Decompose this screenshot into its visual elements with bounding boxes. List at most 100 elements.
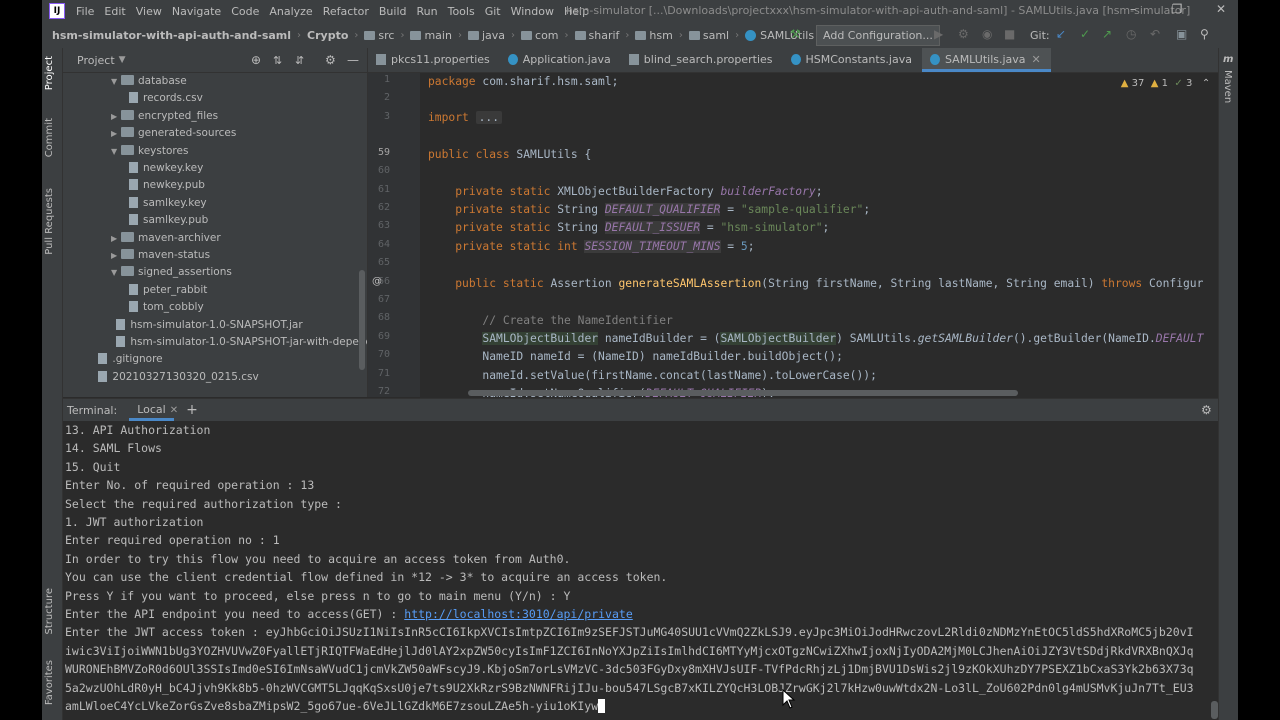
menu-edit[interactable]: Edit bbox=[99, 5, 130, 18]
hide-panel-icon[interactable]: — bbox=[347, 53, 359, 67]
inspection-widget[interactable]: ▲ 37 ▲ 1 ✓ 3 ⌃ ⌄ bbox=[1121, 78, 1225, 89]
tab-pkcs11-properties[interactable]: pkcs11.properties bbox=[368, 48, 500, 72]
tree-folder[interactable]: ▼ keystores bbox=[111, 143, 188, 160]
menu-tools[interactable]: Tools bbox=[443, 5, 480, 18]
breadcrumb-main[interactable]: main bbox=[410, 29, 452, 42]
override-marker-icon[interactable]: @ bbox=[372, 276, 382, 287]
tree-file[interactable]: .gitignore bbox=[98, 351, 163, 368]
code-line[interactable]: private static XMLObjectBuilderFactory b… bbox=[428, 183, 822, 201]
gear-icon[interactable]: ⚙ bbox=[1201, 403, 1212, 417]
breadcrumb-class[interactable]: SAMLUtils bbox=[745, 29, 814, 42]
code-line[interactable]: NameID nameId = (NameID) nameIdBuilder.b… bbox=[428, 348, 842, 366]
tree-folder[interactable]: ▶ maven-archiver bbox=[111, 230, 221, 247]
new-terminal-icon[interactable]: + bbox=[186, 402, 198, 418]
terminal-tab-local[interactable]: Local bbox=[129, 399, 174, 421]
breadcrumb-java[interactable]: java bbox=[467, 29, 505, 42]
code-line[interactable]: SAMLObjectBuilder nameIdBuilder = (SAMLO… bbox=[428, 330, 1203, 348]
breadcrumb-sharif[interactable]: sharif bbox=[574, 29, 619, 42]
minimize-icon[interactable]: – bbox=[1118, 2, 1148, 16]
tree-folder[interactable]: ▼ signed_assertions bbox=[111, 264, 232, 281]
breadcrumb-project[interactable]: hsm-simulator-with-api-auth-and-saml bbox=[52, 29, 291, 42]
code-line[interactable]: private static String DEFAULT_QUALIFIER … bbox=[428, 201, 870, 219]
git-rollback-icon[interactable]: ↶ bbox=[1150, 27, 1160, 41]
menu-navigate[interactable]: Navigate bbox=[167, 5, 226, 18]
tool-tab-maven[interactable]: Maven bbox=[1222, 70, 1233, 103]
tree-folder[interactable]: ▶ encrypted_files bbox=[111, 108, 218, 125]
git-update-icon[interactable]: ↙ bbox=[1056, 27, 1066, 41]
menu-window[interactable]: Window bbox=[506, 5, 559, 18]
tree-file[interactable]: peter_rabbit bbox=[129, 282, 207, 299]
tree-file[interactable]: tom_cobbly bbox=[129, 299, 204, 316]
tree-file[interactable]: 20210327130320_0215.csv bbox=[98, 369, 259, 386]
code-line[interactable]: nameId.setValue(firstName.concat(lastNam… bbox=[428, 367, 876, 385]
search-everywhere-icon[interactable]: ⚲ bbox=[1200, 27, 1209, 41]
tree-file[interactable]: samlkey.pub bbox=[129, 212, 208, 229]
chevron-right-icon[interactable]: ▶ bbox=[111, 125, 121, 142]
tool-tab-structure[interactable]: Structure bbox=[44, 588, 55, 635]
breadcrumb-hsm[interactable]: hsm bbox=[635, 29, 673, 42]
tree-file[interactable]: samlkey.key bbox=[129, 195, 207, 212]
chevron-down-icon[interactable]: ▼ bbox=[111, 264, 121, 281]
chevron-down-icon[interactable]: ▼ bbox=[111, 143, 121, 160]
add-configuration-button[interactable]: Add Configuration... bbox=[816, 25, 940, 46]
build-hammer-icon[interactable]: ⚒ bbox=[790, 27, 801, 41]
menu-file[interactable]: File bbox=[71, 5, 99, 18]
git-commit-icon[interactable]: ✓ bbox=[1080, 27, 1090, 41]
tree-file[interactable]: newkey.key bbox=[129, 160, 203, 177]
debug-icon[interactable]: ⚙ bbox=[958, 27, 969, 41]
tree-file[interactable]: hsm-simulator-1.0-SNAPSHOT.jar bbox=[116, 317, 303, 334]
menu-git[interactable]: Git bbox=[480, 5, 506, 18]
terminal-scrollbar[interactable] bbox=[1211, 701, 1218, 719]
tree-file[interactable]: newkey.pub bbox=[129, 177, 205, 194]
code-line[interactable]: public class SAMLUtils { bbox=[428, 146, 591, 164]
api-endpoint-link[interactable]: http://localhost:3010/api/private bbox=[404, 607, 632, 621]
code-line[interactable]: import ... bbox=[428, 109, 503, 127]
breadcrumb-src[interactable]: src bbox=[364, 29, 394, 42]
tab-application-java[interactable]: Application.java bbox=[500, 48, 621, 72]
code-line[interactable]: private static int SESSION_TIMEOUT_MINS … bbox=[428, 238, 755, 256]
tree-folder[interactable]: ▶ maven-status bbox=[111, 247, 210, 264]
chevron-right-icon[interactable]: ▶ bbox=[111, 108, 121, 125]
tree-folder[interactable]: ▼ database bbox=[111, 73, 187, 90]
locate-file-icon[interactable]: ⊕ bbox=[251, 53, 261, 67]
close-tab-icon[interactable]: ✕ bbox=[170, 405, 178, 416]
tool-tab-pull-requests[interactable]: Pull Requests bbox=[44, 188, 55, 255]
tree-folder[interactable]: ▶ generated-sources bbox=[111, 125, 236, 142]
run-icon[interactable]: ▶ bbox=[934, 27, 943, 41]
chevron-down-icon[interactable]: ▼ bbox=[111, 73, 121, 90]
chevron-down-icon[interactable]: ▼ bbox=[119, 55, 126, 65]
git-history-icon[interactable]: ◷ bbox=[1126, 27, 1136, 41]
tree-file[interactable]: hsm-simulator-1.0-SNAPSHOT-jar-with-depe… bbox=[116, 334, 367, 351]
expand-all-icon[interactable]: ⇅ bbox=[273, 54, 282, 67]
restore-icon[interactable]: ❐ bbox=[1162, 2, 1192, 16]
project-scrollbar[interactable] bbox=[359, 270, 365, 370]
breadcrumb-com[interactable]: com bbox=[521, 29, 559, 42]
git-push-icon[interactable]: ↗ bbox=[1102, 27, 1112, 41]
menu-analyze[interactable]: Analyze bbox=[264, 5, 317, 18]
editor-horizontal-scrollbar[interactable] bbox=[468, 390, 1018, 396]
gear-icon[interactable]: ⚙ bbox=[325, 53, 336, 67]
close-tab-icon[interactable]: ✕ bbox=[1032, 53, 1041, 66]
menu-refactor[interactable]: Refactor bbox=[318, 5, 374, 18]
code-line[interactable]: public static Assertion generateSAMLAsse… bbox=[428, 275, 1203, 293]
collapse-all-icon[interactable]: ⇵ bbox=[295, 54, 304, 67]
breadcrumb-saml[interactable]: saml bbox=[688, 29, 729, 42]
chevron-right-icon[interactable]: ▶ bbox=[111, 230, 121, 247]
tab-samlutils-java[interactable]: SAMLUtils.java ✕ bbox=[921, 48, 1051, 72]
tree-file[interactable]: records.csv bbox=[129, 90, 203, 107]
code-line[interactable]: private static String DEFAULT_ISSUER = "… bbox=[428, 219, 829, 237]
breadcrumb-module[interactable]: Crypto bbox=[307, 29, 348, 42]
menu-code[interactable]: Code bbox=[226, 5, 264, 18]
tab-blind-search-properties[interactable]: blind_search.properties bbox=[621, 48, 783, 72]
chevron-right-icon[interactable]: ▶ bbox=[111, 247, 121, 264]
code-line[interactable]: package com.sharif.hsm.saml; bbox=[428, 73, 618, 91]
menu-view[interactable]: View bbox=[131, 5, 167, 18]
project-structure-icon[interactable]: ▣ bbox=[1176, 27, 1187, 41]
coverage-icon[interactable]: ◉ bbox=[982, 27, 992, 41]
menu-build[interactable]: Build bbox=[374, 5, 412, 18]
code-line[interactable]: // Create the NameIdentifier bbox=[428, 312, 672, 330]
project-panel-title[interactable]: Project bbox=[77, 54, 115, 67]
tool-tab-project[interactable]: Project bbox=[44, 56, 55, 90]
tool-tab-commit[interactable]: Commit bbox=[44, 118, 55, 157]
chevron-up-icon[interactable]: ⌃ bbox=[1202, 78, 1210, 89]
